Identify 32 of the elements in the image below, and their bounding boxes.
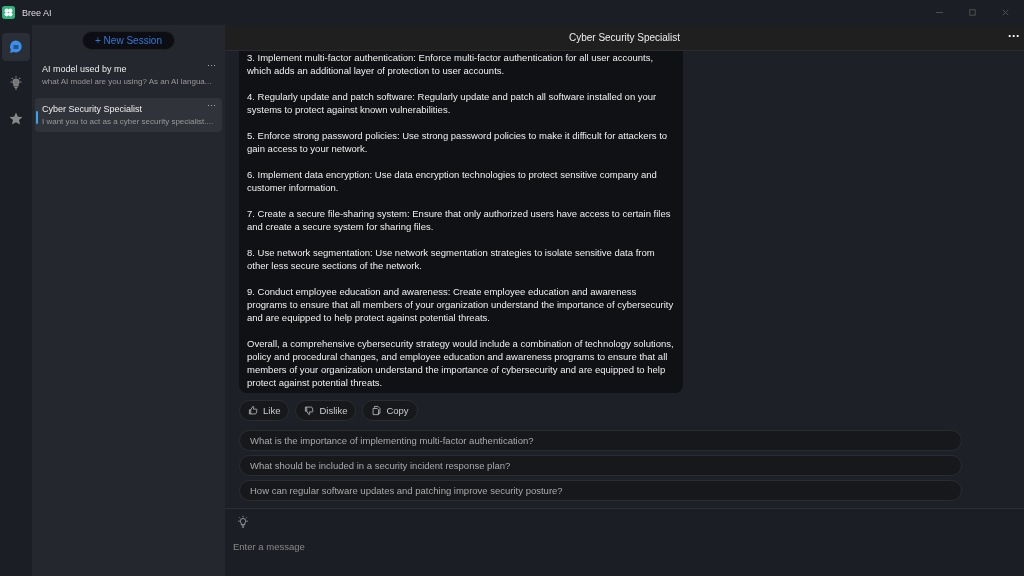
more-button[interactable]: ··· <box>207 100 216 110</box>
like-button[interactable]: Like <box>239 400 290 421</box>
more-button[interactable]: ··· <box>1008 29 1020 43</box>
message-paragraph: 4. Regularly update and patch software: Regularly update and patch all software installed on your systems to protect against known vulnerabilities. <box>247 90 658 116</box>
new-session-button[interactable]: + New Session <box>82 31 175 50</box>
lightbulb-icon[interactable] <box>236 515 250 529</box>
dislike-button[interactable]: Dislike <box>295 400 357 421</box>
session-item[interactable]: AI model used by me what AI model are you using? As an AI langua... ··· <box>35 58 222 92</box>
message-paragraph: 8. Use network segmentation: Use network segmentation strategies to isolate sensitive data from other less secure sections of the network. <box>247 246 656 272</box>
message-paragraph: 6. Implement data encryption: Use data encryption technologies to protect sensitive company and customer information. <box>247 168 658 194</box>
message-paragraph: 9. Conduct employee education and awareness: Create employee education and awareness programs to ensure that all members of your organization understand the importance of cybersecurity and are equipped to help protect against potential threats. <box>247 285 675 324</box>
message-paragraph: 7. Create a secure file-sharing system: Ensure that only authorized users have access to certain files and create a secure system for sharing files. <box>247 207 672 233</box>
app-logo-icon <box>2 6 15 19</box>
thumbs-up-icon <box>248 405 259 416</box>
copy-button[interactable]: Copy <box>362 400 418 421</box>
session-title: AI model used by me <box>42 64 127 74</box>
suggestion-button[interactable]: How can regular software updates and patching improve security posture? <box>239 480 962 501</box>
window-title: Bree AI <box>22 7 52 18</box>
message-paragraph: 3. Implement multi-factor authentication: Enforce multi-factor authentication for all user accounts, which adds an additional layer of protection to user accounts. <box>247 51 655 77</box>
more-button[interactable]: ··· <box>207 60 216 70</box>
message-paragraph: Overall, a comprehensive cybersecurity strategy would include a combination of technology solutions, policy and procedural changes, and employee education and awareness programs to ensure that all members of your organization understand the importance of cybersecurity and are equipped to help protect against potential threats. <box>247 337 675 389</box>
message-paragraph: 5. Enforce strong password policies: Use strong password policies to make it difficult for attackers to gain access to your network. <box>247 129 669 155</box>
copy-icon <box>371 405 383 416</box>
thumbs-down-icon <box>304 405 316 416</box>
message-input[interactable]: Enter a message <box>233 541 633 552</box>
suggestion-button[interactable]: What is the importance of implementing multi-factor authentication? <box>239 430 962 451</box>
suggestion-button[interactable]: What should be included in a security incident response plan? <box>239 455 962 476</box>
session-title: Cyber Security Specialist <box>42 104 143 114</box>
selection-indicator <box>36 111 38 124</box>
chat-title: Cyber Security Specialist <box>568 32 681 43</box>
session-preview: what AI model are you using? As an AI langua... <box>42 77 212 86</box>
chat-bubble-icon[interactable] <box>2 33 30 61</box>
